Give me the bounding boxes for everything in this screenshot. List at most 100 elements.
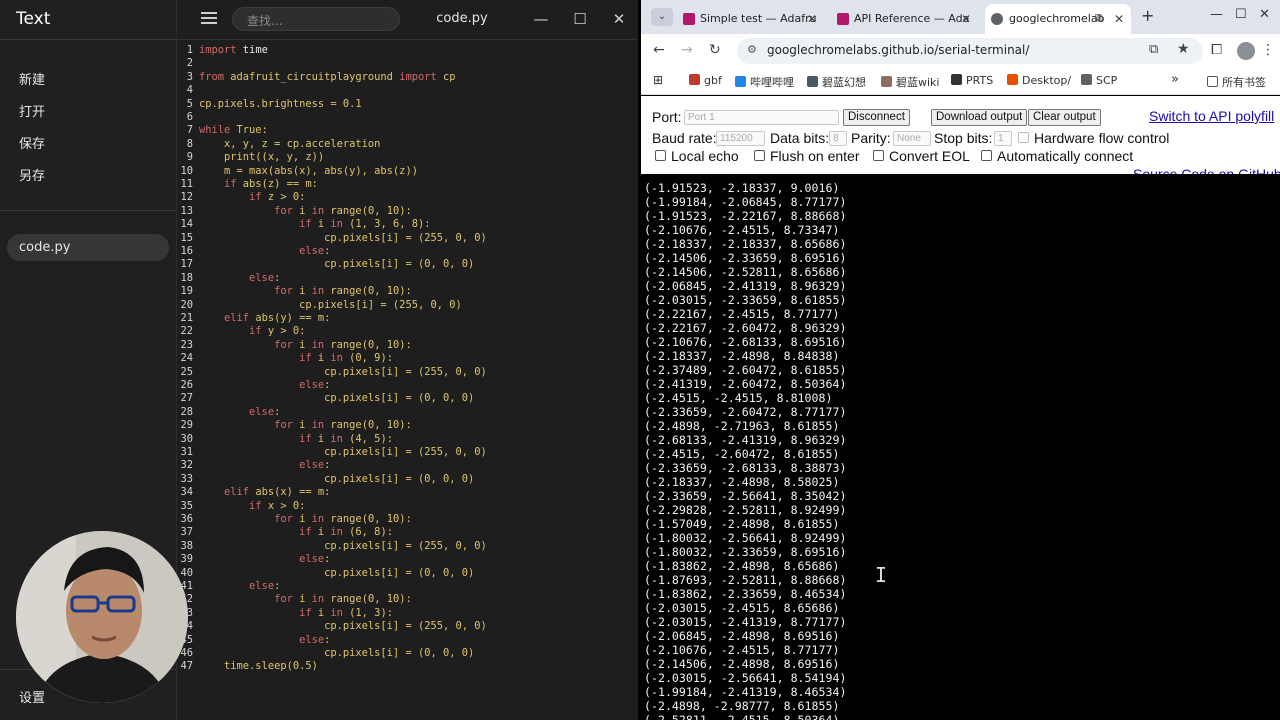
code-token: in xyxy=(330,606,343,619)
bookmark-scp[interactable]: SCP xyxy=(1081,74,1117,87)
menu-open[interactable]: 打开 xyxy=(19,101,45,120)
code-token: (6, 8): xyxy=(342,526,393,539)
flush-on-enter-checkbox[interactable] xyxy=(754,150,765,161)
bookmark-prts[interactable]: PRTS xyxy=(951,74,993,87)
address-bar[interactable]: ⚙ googlechromelabs.github.io/serial-term… xyxy=(737,38,1203,64)
code-editor[interactable]: 1 import time 2 3 from adafruit_circuitplayg… xyxy=(177,41,638,720)
line-number: 21 xyxy=(180,312,193,324)
maximize-icon[interactable]: ☐ xyxy=(1235,7,1247,22)
code-text: if abs(z) == m: xyxy=(199,178,318,191)
close-icon[interactable]: ✕ xyxy=(1259,7,1270,22)
code-token: : xyxy=(299,325,306,338)
tab-label: Simple test — Adafru xyxy=(700,12,817,25)
data-bits-select[interactable]: 8 xyxy=(829,131,847,146)
hamburger-menu-icon[interactable] xyxy=(201,12,217,26)
site-info-icon[interactable]: ⚙ xyxy=(747,43,757,56)
code-text: m = max(abs(x), abs(y), abs(z)) xyxy=(199,165,418,178)
browser-toolbar: ← → ↻ ⚙ googlechromelabs.github.io/seria… xyxy=(641,34,1280,68)
convert-eol-checkbox[interactable] xyxy=(873,150,884,161)
auto-connect-checkbox[interactable] xyxy=(981,150,992,161)
close-icon[interactable]: ✕ xyxy=(608,8,630,30)
code-line: 32 else: xyxy=(177,459,638,472)
local-echo-checkbox[interactable] xyxy=(655,150,666,161)
code-line: 17 cp.pixels[i] = (0, 0, 0) xyxy=(177,258,638,271)
tab-api-reference[interactable]: API Reference — Ada ✕ xyxy=(833,4,981,34)
code-line: 8 x, y, z = cp.acceleration xyxy=(177,138,638,151)
cast-icon[interactable]: ⧉ xyxy=(1149,42,1158,57)
tab-search-icon[interactable]: ⌄ xyxy=(651,8,673,26)
code-token: for xyxy=(274,593,293,606)
tab-close-icon[interactable]: ✕ xyxy=(807,12,817,26)
search-input[interactable]: 查找... xyxy=(232,7,400,31)
code-line: 36 for i in range(0, 10): xyxy=(177,513,638,526)
bookmark-star-icon[interactable]: ★ xyxy=(1177,41,1190,57)
code-line: 10 m = max(abs(x), abs(y), abs(z)) xyxy=(177,165,638,178)
line-number: 34 xyxy=(180,486,193,499)
forward-icon[interactable]: → xyxy=(681,42,693,58)
parity-select[interactable]: None xyxy=(893,131,931,146)
disconnect-button[interactable]: Disconnect xyxy=(843,109,910,126)
code-line: 19 for i in range(0, 10): xyxy=(177,285,638,298)
bookmark-granblue-wiki[interactable]: 碧蓝wiki xyxy=(881,74,939,90)
code-line: 18 else: xyxy=(177,272,638,285)
bookmarks-overflow-icon[interactable]: » xyxy=(1171,72,1179,87)
maximize-icon[interactable]: ☐ xyxy=(569,8,591,30)
menu-save[interactable]: 保存 xyxy=(19,133,45,152)
new-tab-button[interactable]: + xyxy=(1141,6,1154,25)
minimize-icon[interactable]: — xyxy=(530,8,552,30)
stop-bits-select[interactable]: 1 xyxy=(994,131,1012,146)
code-text: else: xyxy=(199,406,280,419)
profile-avatar-icon[interactable] xyxy=(1237,42,1255,60)
terminal-line: (-2.68133, -2.41319, 8.96329) xyxy=(644,433,847,447)
extensions-icon[interactable]: ⧠ xyxy=(1211,42,1222,58)
port-select[interactable]: Port 1 xyxy=(684,110,839,125)
menu-settings[interactable]: 设置 xyxy=(19,687,45,706)
tab-close-icon[interactable]: ✕ xyxy=(961,12,971,26)
back-icon[interactable]: ← xyxy=(653,42,665,58)
code-token: range(0, 10): xyxy=(324,338,412,351)
tab-serial-terminal[interactable]: googlechromelab ⧉ ✕ xyxy=(985,4,1131,34)
code-text: else: xyxy=(199,272,280,285)
auto-connect-label: Automatically connect xyxy=(997,148,1134,164)
port-label: Port: xyxy=(652,109,682,125)
flow-control-checkbox[interactable] xyxy=(1018,132,1029,143)
code-token: range(0, 10): xyxy=(324,593,412,606)
code-text: if i in (1, 3): xyxy=(199,607,393,620)
clear-output-button[interactable]: Clear output xyxy=(1028,109,1101,126)
bookmark-bilibili[interactable]: 哔哩哔哩 xyxy=(735,74,794,90)
all-bookmarks[interactable]: 所有书签 xyxy=(1207,74,1266,90)
code-line: 12 if z > 0: xyxy=(177,191,638,204)
tab-close-icon[interactable]: ✕ xyxy=(1114,12,1124,26)
bookmark-label: PRTS xyxy=(966,74,994,87)
terminal-line: (-2.10676, -2.68133, 8.69516) xyxy=(644,335,847,349)
download-output-button[interactable]: Download output xyxy=(931,109,1028,126)
menu-save-as[interactable]: 另存 xyxy=(19,165,45,184)
code-line: 14 if i in (1, 3, 6, 8): xyxy=(177,218,638,231)
line-number: 17 xyxy=(180,258,193,271)
bookmark-gbf[interactable]: gbf xyxy=(689,74,722,87)
source-code-link[interactable]: Source Code on GitHub xyxy=(1133,166,1280,174)
terminal-line: (-2.03015, -2.41319, 8.77177) xyxy=(644,615,847,629)
bookmark-icon xyxy=(881,76,892,87)
code-token: cp.pixels[i] = (0, 0, 0) xyxy=(199,258,475,271)
baud-rate-select[interactable]: 115200 xyxy=(716,131,765,146)
tab-media-icon: ⧉ xyxy=(1095,11,1103,24)
more-menu-icon[interactable]: ⋮ xyxy=(1261,42,1275,58)
tab-simple-test[interactable]: Simple test — Adafru ✕ xyxy=(679,4,827,34)
reload-icon[interactable]: ↻ xyxy=(709,42,721,58)
code-token: in xyxy=(311,419,325,432)
code-token: z > xyxy=(261,191,293,204)
switch-polyfill-link[interactable]: Switch to API polyfill xyxy=(1149,108,1274,124)
file-item-code-py[interactable]: code.py xyxy=(7,234,169,261)
serial-terminal-output[interactable]: (-1.91523, -2.18337, 9.0016) (-1.99184, -… xyxy=(641,174,1280,720)
menu-new[interactable]: 新建 xyxy=(19,69,45,88)
line-number: 9 xyxy=(186,151,193,164)
bookmark-granblue[interactable]: 碧蓝幻想 xyxy=(807,74,866,90)
code-line: 41 else: xyxy=(177,580,638,593)
apps-grid-icon[interactable]: ⊞ xyxy=(653,73,663,87)
minimize-icon[interactable]: — xyxy=(1210,7,1223,22)
bookmark-desktop[interactable]: Desktop/ xyxy=(1007,74,1071,87)
